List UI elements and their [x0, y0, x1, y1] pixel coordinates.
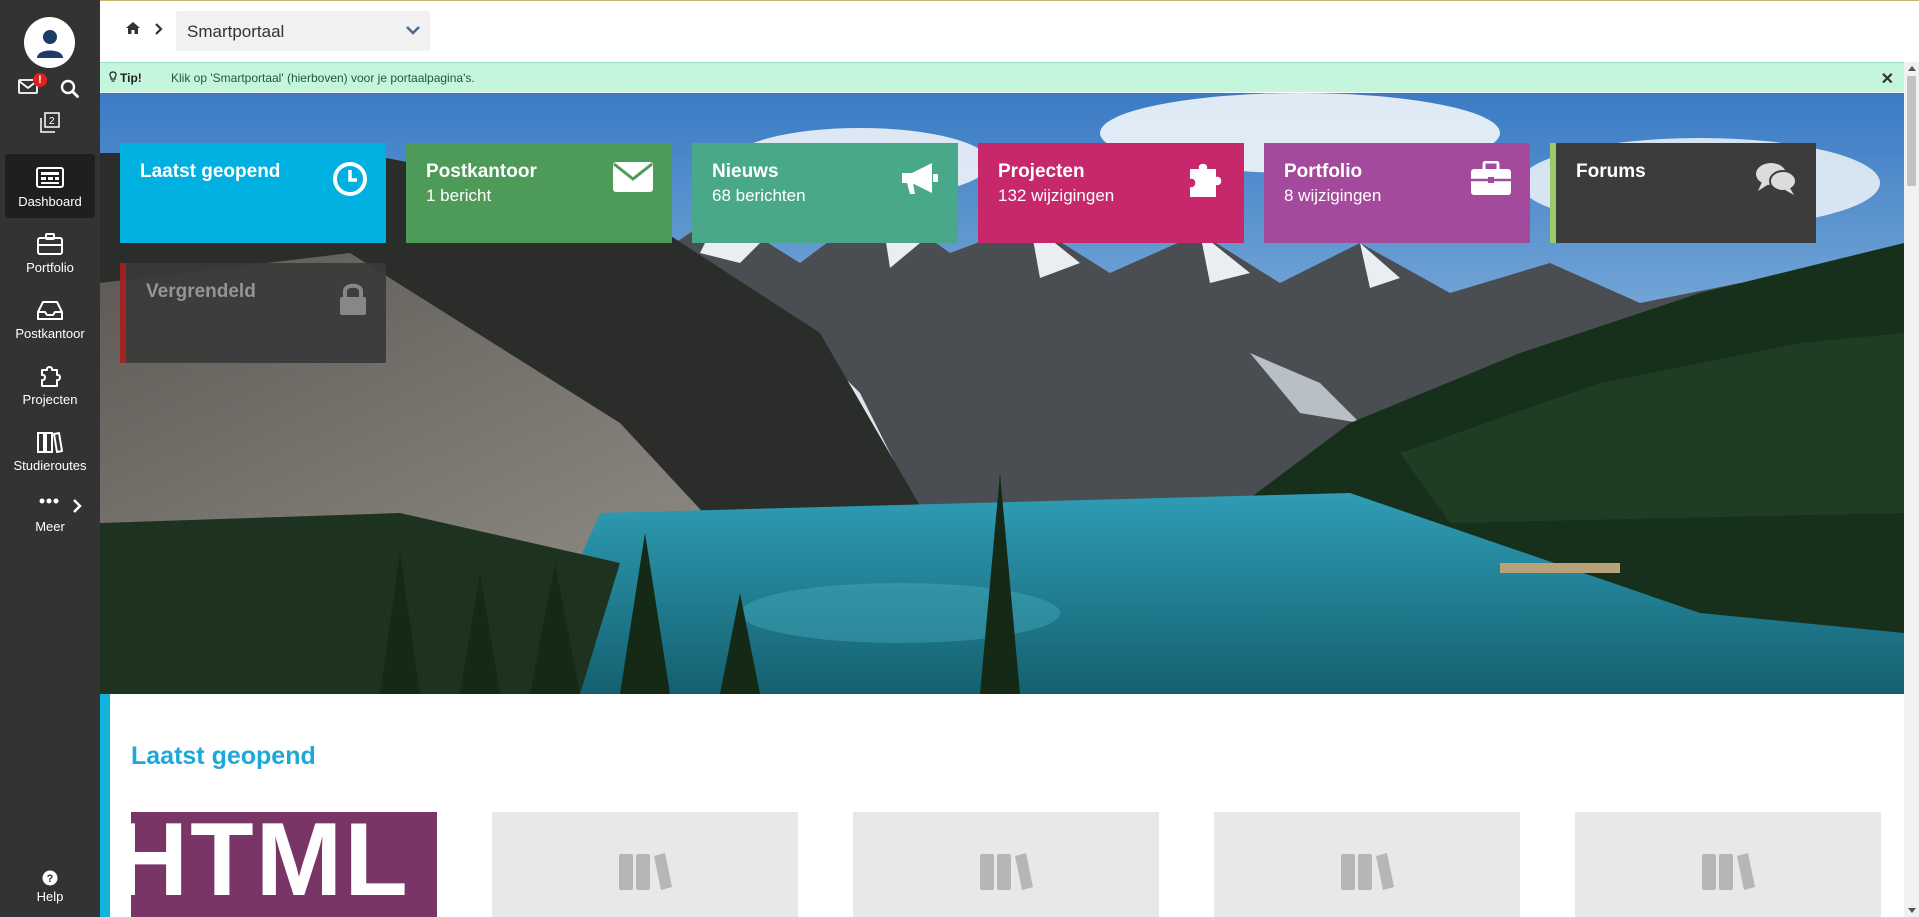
- tip-text: Klik op 'Smartportaal' (hierboven) voor …: [171, 71, 475, 85]
- sidebar-item-projecten[interactable]: Projecten: [5, 352, 95, 416]
- more-label[interactable]: Meer: [0, 519, 100, 534]
- html-thumbnail-text: HTML: [131, 812, 410, 917]
- close-icon[interactable]: ✕: [1881, 69, 1894, 89]
- section-accent-bar: [100, 694, 110, 917]
- recent-card[interactable]: [492, 812, 798, 917]
- topbar: Smartportaal: [100, 0, 1919, 60]
- breadcrumb-chevron-icon: [155, 23, 163, 35]
- page-scrollbar[interactable]: [1904, 62, 1919, 917]
- mail-badge: !: [33, 73, 47, 87]
- tile-title: Forums: [1576, 161, 1646, 182]
- sidebar-item-postkantoor[interactable]: Postkantoor: [5, 286, 95, 350]
- tile-title: Projecten: [998, 161, 1085, 182]
- portal-select[interactable]: Smartportaal: [176, 11, 430, 51]
- app: ! 2 Dashboard Portfolio Postkantoor Proj…: [0, 0, 1919, 917]
- lightbulb-icon: [109, 71, 117, 82]
- tile-postkantoor[interactable]: Postkantoor 1 bericht: [406, 143, 672, 243]
- sidebar-item-label: Projecten: [22, 392, 78, 407]
- sidebar-item-label: Dashboard: [18, 194, 82, 209]
- tile-projecten[interactable]: Projecten 132 wijzigingen: [978, 143, 1244, 243]
- puzzle-icon: [41, 366, 61, 387]
- sidebar-item-portfolio[interactable]: Portfolio: [5, 220, 95, 284]
- tile-title: Nieuws: [712, 161, 779, 182]
- recent-card[interactable]: [1214, 812, 1520, 917]
- sidebar: ! 2 Dashboard Portfolio Postkantoor Proj…: [0, 0, 100, 917]
- sidebar-item-dashboard[interactable]: Dashboard: [5, 154, 95, 218]
- tip-label: Tip!: [120, 71, 142, 85]
- hero-banner: Laatst geopend Postkantoor 1 bericht Nie…: [100, 93, 1904, 694]
- recent-card[interactable]: [853, 812, 1159, 917]
- scroll-thumb[interactable]: [1907, 76, 1916, 186]
- tip-bar: Tip! Klik op 'Smartportaal' (hierboven) …: [100, 62, 1904, 92]
- recent-card[interactable]: HTML: [131, 812, 437, 917]
- tile-forums[interactable]: Forums: [1550, 143, 1816, 243]
- recent-section: Laatst geopend HTML: [100, 694, 1904, 917]
- home-icon[interactable]: [125, 21, 141, 35]
- search-icon[interactable]: [60, 79, 79, 98]
- books-icon: [1341, 853, 1394, 890]
- dashboard-icon: [36, 167, 64, 188]
- more-dots-icon[interactable]: [39, 498, 59, 504]
- portal-select-value: Smartportaal: [187, 22, 285, 41]
- help-icon[interactable]: ?: [42, 870, 58, 886]
- tile-subtitle: 68 berichten: [712, 186, 806, 205]
- books-icon: [619, 853, 672, 890]
- briefcase-icon: [1471, 161, 1511, 195]
- tile-title: Laatst geopend: [140, 161, 281, 182]
- comments-icon: [1756, 163, 1797, 195]
- books-icon: [980, 853, 1033, 890]
- tile-vergrendeld[interactable]: Vergrendeld: [120, 263, 386, 363]
- chevron-right-icon[interactable]: [72, 499, 82, 513]
- tile-title: Postkantoor: [426, 161, 537, 182]
- tile-title: Vergrendeld: [146, 281, 256, 302]
- windows-icon[interactable]: 2: [39, 112, 61, 134]
- windows-count: 2: [49, 116, 55, 127]
- clock-icon: [333, 162, 367, 196]
- user-avatar[interactable]: [24, 17, 75, 68]
- tile-subtitle: 8 wijzigingen: [1284, 186, 1382, 205]
- scroll-down-arrow-icon[interactable]: [1908, 908, 1916, 913]
- tile-subtitle: 1 bericht: [426, 186, 492, 205]
- user-icon: [36, 29, 63, 58]
- scroll-up-arrow-icon[interactable]: [1908, 66, 1916, 71]
- recent-card[interactable]: [1575, 812, 1881, 917]
- lock-icon: [340, 283, 366, 315]
- envelope-icon: [613, 162, 653, 192]
- briefcase-icon: [37, 233, 63, 255]
- inbox-icon: [37, 301, 63, 320]
- puzzle-icon: [1190, 163, 1222, 197]
- megaphone-icon: [902, 163, 938, 194]
- tile-title: Portfolio: [1284, 161, 1363, 182]
- recent-heading: Laatst geopend: [131, 742, 316, 770]
- sidebar-item-label: Portfolio: [26, 260, 74, 275]
- svg-text:?: ?: [47, 873, 54, 885]
- sidebar-item-label: Studieroutes: [13, 458, 87, 473]
- tile-laatst-geopend[interactable]: Laatst geopend: [120, 143, 386, 243]
- sidebar-item-studieroutes[interactable]: Studieroutes: [5, 418, 95, 482]
- tile-subtitle: 132 wijzigingen: [998, 186, 1115, 205]
- books-icon: [1702, 853, 1755, 890]
- sidebar-item-label: Postkantoor: [15, 326, 85, 341]
- help-label[interactable]: Help: [0, 889, 100, 904]
- sidebar-top-icons: !: [18, 73, 82, 100]
- chevron-down-icon: [406, 26, 420, 35]
- tile-portfolio[interactable]: Portfolio 8 wijzigingen: [1264, 143, 1530, 243]
- tile-nieuws[interactable]: Nieuws 68 berichten: [692, 143, 958, 243]
- books-icon: [37, 432, 63, 453]
